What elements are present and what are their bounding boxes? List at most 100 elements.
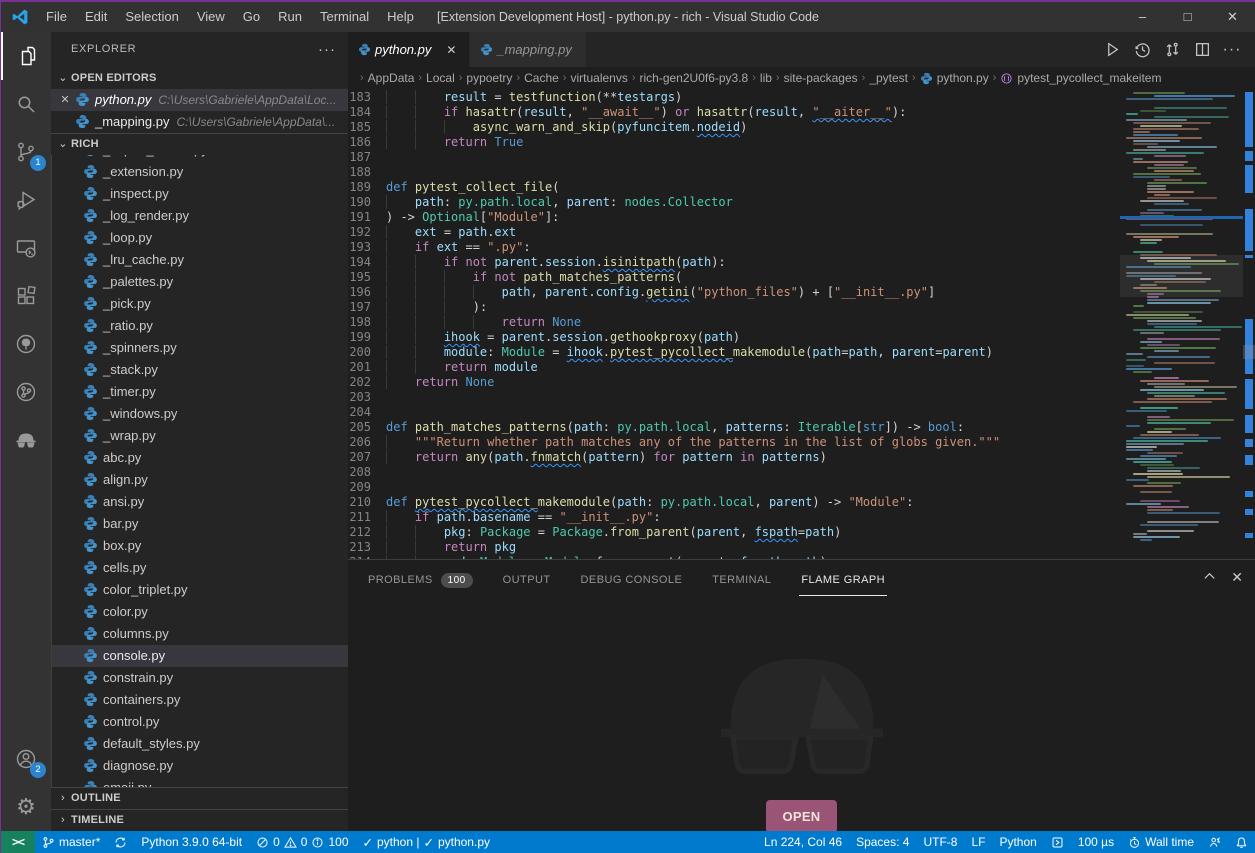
- maximize-button[interactable]: □: [1165, 3, 1210, 31]
- breadcrumb-item[interactable]: python.py: [920, 71, 989, 85]
- file-tree-item[interactable]: _log_render.py: [51, 205, 348, 227]
- breadcrumb-item[interactable]: site-packages: [784, 71, 858, 85]
- breadcrumb-item[interactable]: Cache: [524, 71, 559, 85]
- editor-tab-_mapping.py[interactable]: _mapping.py: [470, 32, 587, 67]
- encoding[interactable]: UTF-8: [916, 831, 964, 853]
- python-interpreter[interactable]: Python 3.9.0 64-bit: [134, 831, 249, 853]
- breadcrumb-item[interactable]: Local: [426, 71, 455, 85]
- menu-edit[interactable]: Edit: [76, 3, 116, 31]
- feedback[interactable]: [1201, 831, 1228, 853]
- file-tree-item[interactable]: _windows.py: [51, 403, 348, 425]
- file-tree-item[interactable]: _inspect.py: [51, 183, 348, 205]
- open-changes-icon[interactable]: [1157, 37, 1187, 63]
- file-tree-item[interactable]: _pick.py: [51, 293, 348, 315]
- file-tree-item[interactable]: console.py: [51, 644, 348, 667]
- file-tree-item[interactable]: emoji.py: [51, 777, 348, 788]
- extensions-icon[interactable]: [1, 272, 51, 320]
- file-tree-item[interactable]: diagnose.py: [51, 755, 348, 777]
- close-icon[interactable]: ✕: [443, 43, 459, 57]
- file-tree-item[interactable]: _palettes.py: [51, 271, 348, 293]
- open-flame-graph-button[interactable]: OPEN: [765, 800, 838, 833]
- file-tree-item[interactable]: columns.py: [51, 623, 348, 645]
- breadcrumb-item[interactable]: rich-gen2U0f6-py3.8: [640, 71, 749, 85]
- file-tree-item[interactable]: cells.py: [51, 557, 348, 579]
- breadcrumb-item[interactable]: virtualenvs: [570, 71, 627, 85]
- sidebar-more-actions-icon[interactable]: ···: [318, 41, 336, 58]
- panel-tab-debug-console[interactable]: DEBUG CONSOLE: [579, 563, 685, 595]
- open-editor-item[interactable]: _mapping.py C:\Users\Gabriele\AppData\...: [51, 111, 348, 133]
- outline-section-header[interactable]: › OUTLINE: [51, 787, 348, 809]
- run-debug-icon[interactable]: [1, 176, 51, 224]
- linter-status[interactable]: ✓ python | ✓ python.py: [356, 831, 498, 853]
- close-panel-icon[interactable]: ✕: [1231, 569, 1243, 589]
- file-tree-item[interactable]: control.py: [51, 711, 348, 733]
- file-tree-item[interactable]: ansi.py: [51, 491, 348, 513]
- run-file-icon[interactable]: [1097, 37, 1127, 63]
- file-tree-item[interactable]: box.py: [51, 535, 348, 557]
- file-tree-item[interactable]: _loop.py: [51, 227, 348, 249]
- source-control-icon[interactable]: 1: [1, 128, 51, 176]
- github-icon[interactable]: [1, 320, 51, 368]
- remote-indicator[interactable]: ><: [1, 831, 36, 853]
- git-branch[interactable]: master*: [35, 831, 107, 853]
- cursor-position[interactable]: Ln 224, Col 46: [757, 831, 849, 853]
- minimap[interactable]: [1120, 89, 1243, 559]
- file-tree-item[interactable]: _stack.py: [51, 359, 348, 381]
- panel-tab-output[interactable]: OUTPUT: [501, 563, 553, 595]
- menu-file[interactable]: File: [37, 3, 76, 31]
- file-tree-item[interactable]: abc.py: [51, 447, 348, 469]
- file-tree-item[interactable]: _wrap.py: [51, 425, 348, 447]
- sync-status[interactable]: [107, 831, 134, 853]
- menu-run[interactable]: Run: [269, 3, 311, 31]
- file-tree-item[interactable]: _timer.py: [51, 381, 348, 403]
- file-tree-item[interactable]: bar.py: [51, 513, 348, 535]
- minimize-button[interactable]: –: [1120, 3, 1165, 31]
- language-mode[interactable]: Python: [992, 831, 1043, 853]
- timeline-history-icon[interactable]: [1127, 37, 1157, 63]
- wall-time-mode[interactable]: Wall time: [1121, 831, 1201, 853]
- code-editor[interactable]: 183 result = testfunction(**testargs) 184…: [348, 89, 1255, 559]
- file-tree-item[interactable]: align.py: [51, 469, 348, 491]
- file-tree-item[interactable]: containers.py: [51, 689, 348, 711]
- launch-button[interactable]: [1044, 831, 1071, 853]
- austin-flame-graph-icon[interactable]: [1, 416, 51, 464]
- open-editor-item[interactable]: ✕ python.py C:\Users\Gabriele\AppData\Loc.…: [51, 88, 348, 111]
- notifications-bell[interactable]: [1228, 831, 1255, 853]
- file-tree-item[interactable]: _ratio.py: [51, 315, 348, 337]
- file-tree-item[interactable]: _lru_cache.py: [51, 249, 348, 271]
- file-tree-item[interactable]: _extension.py: [51, 161, 348, 183]
- file-tree-item[interactable]: color.py: [51, 601, 348, 623]
- git-history-icon[interactable]: [1, 368, 51, 416]
- menu-terminal[interactable]: Terminal: [311, 3, 378, 31]
- code-area[interactable]: 183 result = testfunction(**testargs) 184…: [348, 89, 1120, 559]
- eol-sequence[interactable]: LF: [964, 831, 992, 853]
- breadcrumb-item[interactable]: _pytest: [869, 71, 908, 85]
- search-icon[interactable]: [1, 80, 51, 128]
- timeline-section-header[interactable]: › TIMELINE: [51, 809, 348, 831]
- panel-tab-flame-graph[interactable]: FLAME GRAPH: [799, 563, 888, 596]
- explorer-icon[interactable]: [1, 32, 51, 80]
- accounts-icon[interactable]: 2: [1, 735, 51, 783]
- close-icon[interactable]: ✕: [57, 93, 73, 106]
- indentation[interactable]: Spaces: 4: [849, 831, 916, 853]
- remote-explorer-icon[interactable]: [1, 224, 51, 272]
- problems-summary[interactable]: 0 0 100: [249, 831, 355, 853]
- breadcrumb-item[interactable]: AppData: [368, 71, 415, 85]
- panel-tab-terminal[interactable]: TERMINAL: [710, 563, 773, 595]
- menu-go[interactable]: Go: [234, 3, 269, 31]
- more-actions-icon[interactable]: ···: [1217, 37, 1247, 63]
- sampling-interval[interactable]: 100 µs: [1071, 831, 1121, 853]
- breadcrumb-item[interactable]: lib: [760, 71, 772, 85]
- panel-tab-problems[interactable]: PROBLEMS 100: [366, 562, 475, 597]
- file-tree-item[interactable]: _spinners.py: [51, 337, 348, 359]
- file-tree-item[interactable]: default_styles.py: [51, 733, 348, 755]
- settings-gear-icon[interactable]: ⚙: [1, 783, 51, 831]
- close-button[interactable]: ✕: [1210, 3, 1255, 31]
- open-editors-header[interactable]: ⌄ OPEN EDITORS: [51, 67, 348, 89]
- menu-selection[interactable]: Selection: [116, 3, 187, 31]
- folder-section-header[interactable]: ⌄ RICH: [51, 133, 348, 155]
- breadcrumb-item[interactable]: pypoetry: [466, 71, 512, 85]
- file-tree-item[interactable]: color_triplet.py: [51, 579, 348, 601]
- editor-tab-python.py[interactable]: python.py ✕: [348, 32, 471, 67]
- menu-view[interactable]: View: [188, 3, 234, 31]
